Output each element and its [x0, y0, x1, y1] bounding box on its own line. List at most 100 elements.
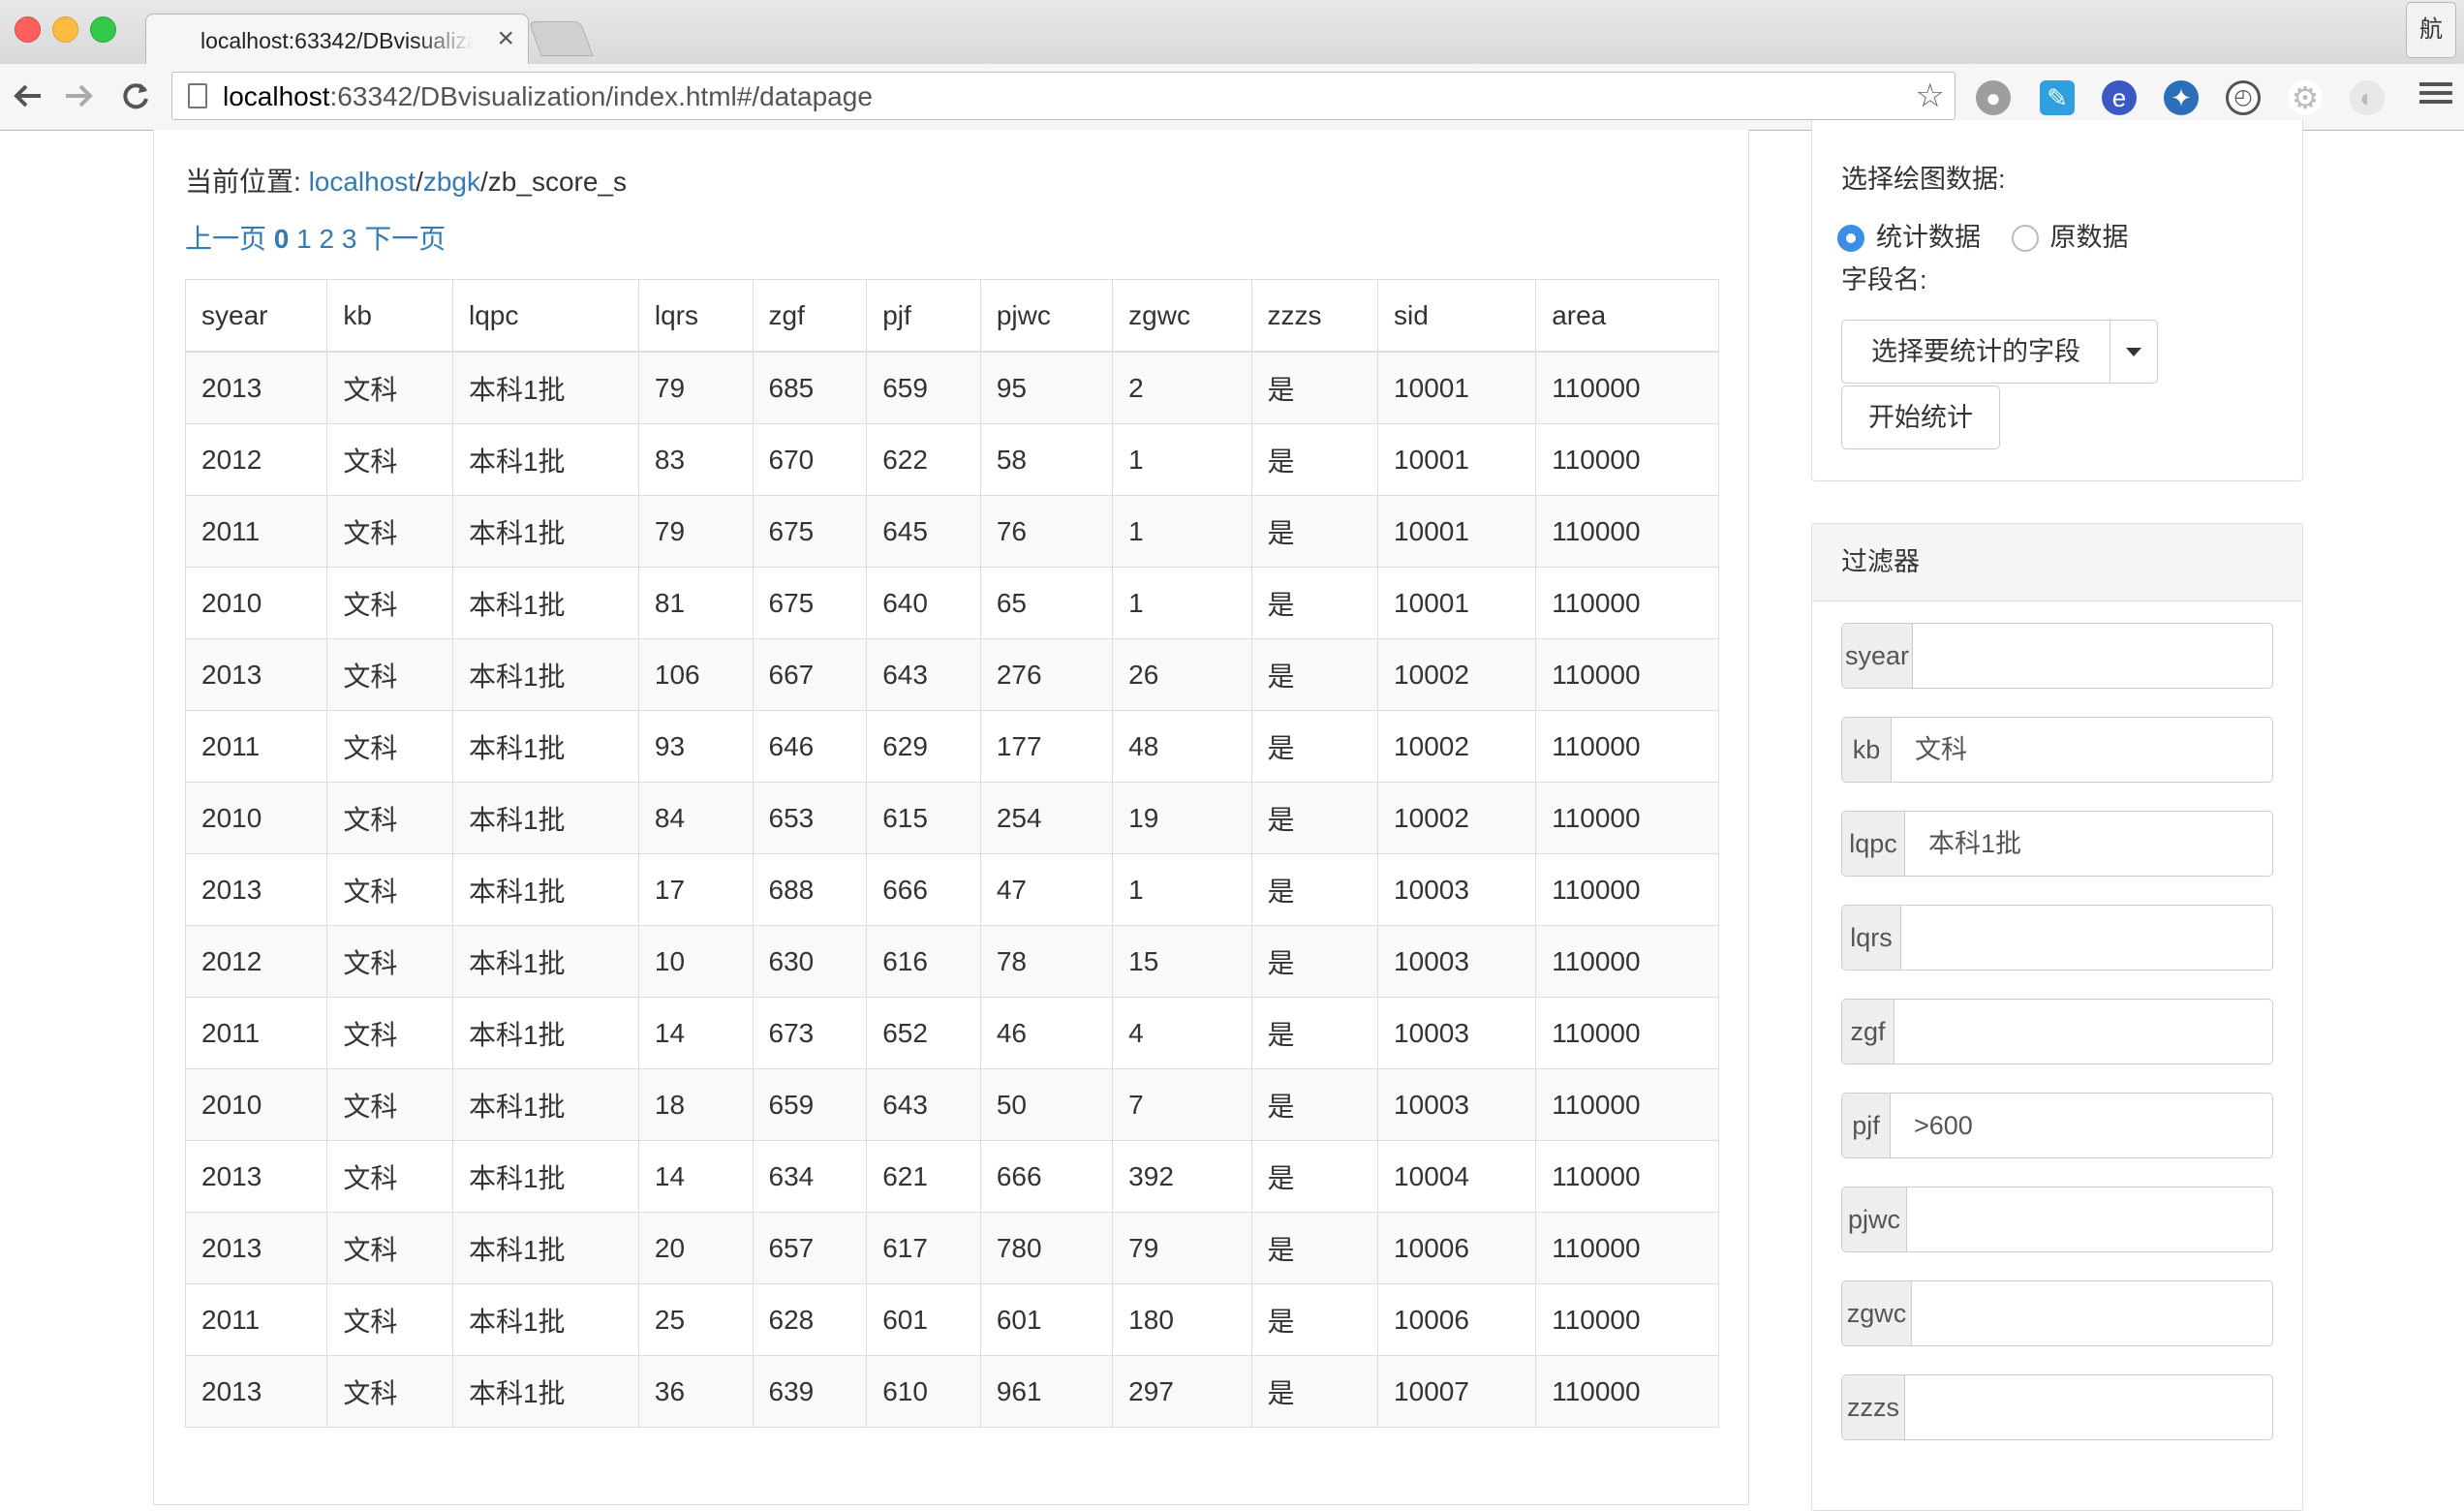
back-arrow-icon[interactable]: [4, 72, 52, 120]
table-cell-lqpc: 本科1批: [451, 423, 639, 496]
table-cell-pjf: 645: [866, 495, 981, 568]
table-cell-area: 110000: [1535, 782, 1719, 854]
column-header-area: area: [1535, 279, 1719, 353]
filter-lqrs-input[interactable]: [1925, 906, 2263, 970]
filter-kb-input[interactable]: 文科: [1915, 718, 2263, 782]
table-cell-pjwc: 46: [979, 997, 1114, 1069]
filter-syear-input[interactable]: [1936, 624, 2263, 688]
field-select-dropdown-toggle[interactable]: [2110, 320, 2158, 384]
column-header-lqrs: lqrs: [637, 279, 754, 353]
table-cell-zgf: 634: [752, 1140, 868, 1213]
table-cell-zzzs: 是: [1250, 567, 1379, 639]
table-cell-lqrs: 93: [637, 710, 754, 783]
filter-zzzs-input[interactable]: [1928, 1375, 2263, 1439]
table-cell-syear: 2013: [184, 351, 328, 424]
table-cell-syear: 2013: [184, 1355, 328, 1428]
table-cell-lqpc: 本科1批: [451, 1068, 639, 1141]
minimize-window-button[interactable]: [52, 16, 78, 43]
table-cell-lqpc: 本科1批: [451, 710, 639, 783]
filter-zgwc-input[interactable]: [1935, 1281, 2263, 1345]
table-cell-lqrs: 79: [637, 495, 754, 568]
table-cell-zgwc: 79: [1112, 1212, 1252, 1284]
data-source-radio-group: 统计数据 原数据: [1837, 221, 2152, 254]
forward-arrow-icon[interactable]: [54, 72, 103, 120]
filter-zgf-input[interactable]: [1918, 1000, 2263, 1064]
table-cell-sid: 10001: [1377, 423, 1537, 496]
field-select-button[interactable]: 选择要统计的字段: [1841, 320, 2110, 384]
breadcrumb-link-zbgk[interactable]: zbgk: [423, 167, 480, 197]
filter-lqpc-input[interactable]: 本科1批: [1928, 812, 2263, 876]
table-cell-pjf: 601: [866, 1283, 981, 1356]
extension-clock-icon[interactable]: ◴: [2226, 80, 2261, 115]
table-cell-area: 110000: [1535, 1283, 1719, 1356]
radio-statistics[interactable]: [1837, 225, 1864, 252]
table-cell-zgwc: 15: [1112, 925, 1252, 998]
table-cell-zzzs: 是: [1250, 1068, 1379, 1141]
extension-globe-icon[interactable]: ●: [1976, 80, 2011, 115]
radio-raw-data[interactable]: [2011, 225, 2039, 252]
bookmark-star-icon[interactable]: ☆: [1916, 78, 1945, 113]
radio-raw-data-label[interactable]: 原数据: [2050, 223, 2129, 252]
table-cell-sid: 10003: [1377, 925, 1537, 998]
table-row: 2012 文科 本科1批 83 670 622 58 1 是 10001 110000: [184, 423, 1719, 496]
maximize-window-button[interactable]: [90, 16, 116, 43]
new-tab-button[interactable]: [528, 21, 594, 56]
page-link-2[interactable]: 2: [320, 224, 335, 254]
column-header-kb: kb: [326, 279, 453, 353]
table-cell-pjwc: 47: [979, 853, 1114, 926]
table-cell-pjwc: 961: [979, 1355, 1114, 1428]
table-cell-pjwc: 95: [979, 351, 1114, 424]
extension-e-icon[interactable]: e: [2102, 80, 2137, 115]
browser-menu-icon[interactable]: [2419, 77, 2452, 107]
extension-disc-icon[interactable]: ◐: [2350, 80, 2385, 115]
address-bar[interactable]: localhost:63342/DBvisualization/index.ht…: [171, 72, 1956, 120]
url-text[interactable]: localhost:63342/DBvisualization/index.ht…: [223, 82, 873, 111]
table-cell-sid: 10003: [1377, 997, 1537, 1069]
reload-icon[interactable]: [111, 72, 160, 120]
filter-pjf-input[interactable]: >600: [1914, 1094, 2263, 1157]
tab-close-icon[interactable]: ×: [497, 24, 514, 53]
table-cell-kb: 文科: [326, 638, 453, 711]
tab-title: localhost:63342/DBvisualization/index.ht…: [200, 27, 474, 54]
table-cell-pjf: 659: [866, 351, 981, 424]
close-window-button[interactable]: [15, 16, 41, 43]
table-cell-pjwc: 76: [979, 495, 1114, 568]
table-row: 2010 文科 本科1批 84 653 615 254 19 是 10002 110000: [184, 782, 1719, 854]
table-cell-sid: 10001: [1377, 567, 1537, 639]
table-cell-kb: 文科: [326, 1212, 453, 1284]
start-statistics-button[interactable]: 开始统计: [1841, 385, 2000, 449]
browser-tab-active[interactable]: localhost:63342/DBvisualization/index.ht…: [145, 14, 529, 65]
page-icon: [188, 83, 207, 108]
page-link-0[interactable]: 0: [274, 224, 290, 254]
table-cell-sid: 10007: [1377, 1355, 1537, 1428]
table-cell-lqpc: 本科1批: [451, 495, 639, 568]
profile-button[interactable]: 航: [2406, 2, 2456, 58]
filter-pjf-label: pjf: [1842, 1094, 1891, 1157]
table-row: 2011 文科 本科1批 79 675 645 76 1 是 10001 110000: [184, 495, 1719, 568]
breadcrumb-link-localhost[interactable]: localhost: [309, 167, 416, 197]
page-link-3[interactable]: 3: [342, 224, 357, 254]
table-row: 2012 文科 本科1批 10 630 616 78 15 是 10003 110000: [184, 925, 1719, 998]
extension-gear-icon[interactable]: ⚙: [2288, 80, 2323, 115]
column-header-zgf: zgf: [752, 279, 868, 353]
table-cell-sid: 10002: [1377, 782, 1537, 854]
extension-edit-icon[interactable]: ✎: [2040, 80, 2075, 115]
prev-page-link[interactable]: 上一页: [185, 224, 266, 254]
table-cell-zgwc: 180: [1112, 1283, 1252, 1356]
table-cell-zgf: 670: [752, 423, 868, 496]
radio-statistics-label[interactable]: 统计数据: [1876, 223, 1981, 252]
table-row: 2013 文科 本科1批 20 657 617 780 79 是 10006 110000: [184, 1212, 1719, 1284]
table-row: 2013 文科 本科1批 106 667 643 276 26 是 10002 110000: [184, 638, 1719, 711]
table-cell-pjf: 629: [866, 710, 981, 783]
filter-pjwc-input[interactable]: [1930, 1187, 2263, 1251]
extension-feather-icon[interactable]: ✦: [2164, 80, 2199, 115]
next-page-link[interactable]: 下一页: [364, 224, 446, 254]
table-cell-sid: 10003: [1377, 1068, 1537, 1141]
table-cell-area: 110000: [1535, 1140, 1719, 1213]
table-cell-sid: 10003: [1377, 853, 1537, 926]
table-cell-kb: 文科: [326, 997, 453, 1069]
table-cell-zgwc: 1: [1112, 853, 1252, 926]
table-cell-syear: 2011: [184, 710, 328, 783]
table-cell-pjwc: 177: [979, 710, 1114, 783]
page-link-1[interactable]: 1: [296, 224, 312, 254]
